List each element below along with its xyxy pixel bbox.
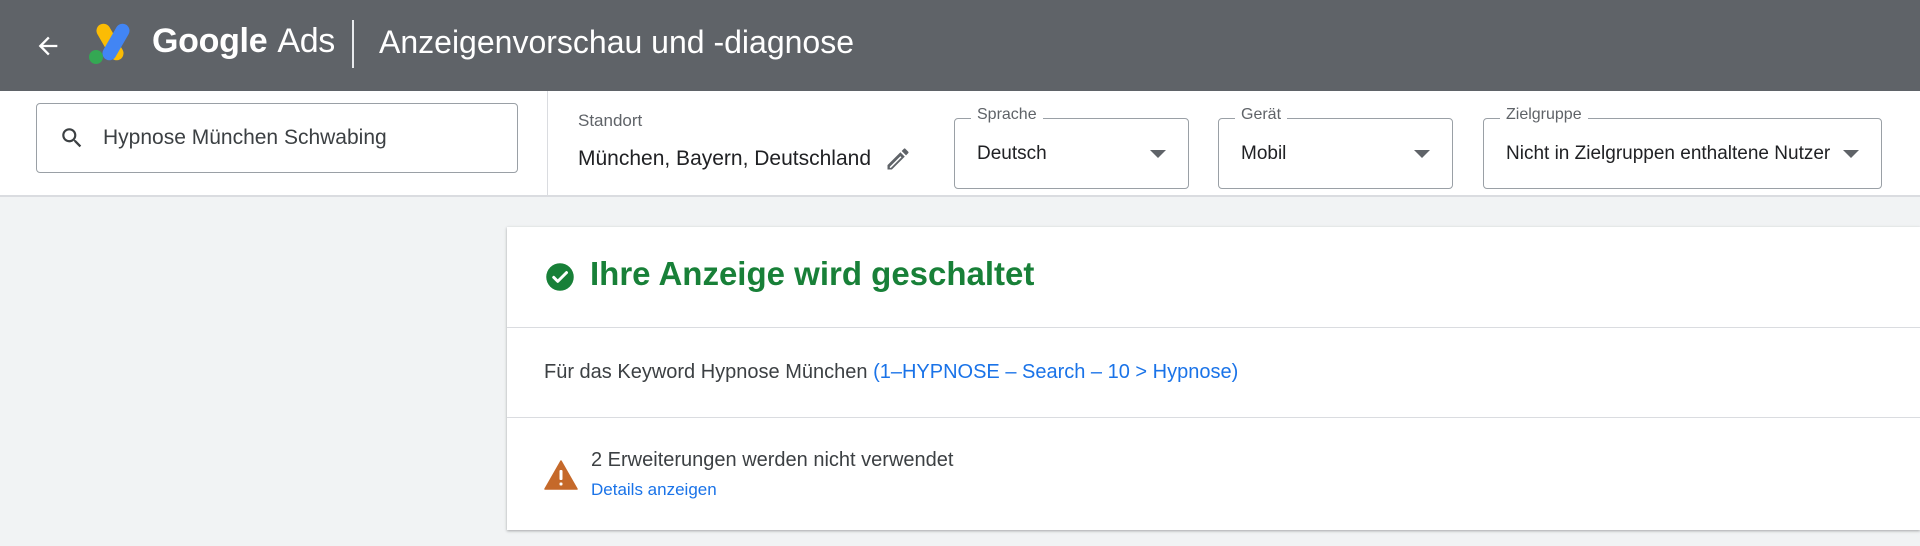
keyword-info: Für das Keyword Hypnose München (1–HYPNO…: [544, 361, 1238, 384]
brand-name: Google Ads: [152, 22, 335, 61]
filter-toolbar: Standort München, Bayern, Deutschland Sp…: [0, 91, 1920, 197]
audience-select[interactable]: Zielgruppe Nicht in Zielgruppen enthalte…: [1483, 106, 1882, 189]
ad-group-link[interactable]: (1–HYPNOSE – Search – 10 > Hypnose): [873, 361, 1238, 383]
audience-select-label: Zielgruppe: [1500, 106, 1588, 124]
device-select-value: Mobil: [1241, 143, 1287, 164]
details-link[interactable]: Details anzeigen: [591, 480, 717, 500]
back-button[interactable]: [28, 26, 68, 66]
header-divider: [352, 20, 354, 68]
location-label: Standort: [578, 111, 643, 130]
pencil-icon: [887, 148, 909, 170]
brand-ads: Ads: [277, 22, 335, 60]
warning-text: 2 Erweiterungen werden nicht verwendet: [591, 449, 954, 471]
search-field[interactable]: [36, 103, 518, 173]
audience-select-value: Nicht in Zielgruppen enthaltene Nutzer: [1506, 143, 1831, 164]
app-header: Google Ads Anzeigenvorschau und -diagnos…: [0, 0, 1920, 91]
location-edit-button[interactable]: [882, 143, 914, 175]
toolbar-divider: [547, 91, 548, 195]
status-heading: Ihre Anzeige wird geschaltet: [590, 255, 1035, 292]
dropdown-arrow-icon: [1414, 150, 1430, 158]
search-icon: [62, 128, 82, 148]
language-select-label: Sprache: [971, 106, 1043, 124]
device-select[interactable]: Gerät Mobil: [1218, 106, 1453, 189]
status-row: Ihre Anzeige wird geschaltet: [507, 227, 1920, 328]
search-input[interactable]: [103, 126, 503, 150]
keyword-prefix: Für das Keyword Hypnose München: [544, 361, 868, 383]
dropdown-arrow-icon: [1843, 150, 1859, 158]
google-ads-logo: [89, 23, 130, 64]
location-value: München, Bayern, Deutschland: [578, 147, 872, 170]
brand-google: Google: [152, 22, 268, 60]
arrow-back-icon: [38, 36, 58, 56]
warning-triangle-icon: [544, 460, 578, 490]
page-title: Anzeigenvorschau und -diagnose: [379, 24, 854, 60]
language-select[interactable]: Sprache Deutsch: [954, 106, 1189, 189]
language-select-value: Deutsch: [977, 143, 1047, 164]
warning-row: 2 Erweiterungen werden nicht verwendet D…: [507, 418, 1920, 530]
check-circle-icon: [546, 263, 574, 291]
device-select-label: Gerät: [1235, 106, 1288, 124]
keyword-row: Für das Keyword Hypnose München (1–HYPNO…: [507, 328, 1920, 418]
diagnosis-card: Ihre Anzeige wird geschaltet Für das Key…: [507, 227, 1920, 530]
dropdown-arrow-icon: [1150, 150, 1166, 158]
